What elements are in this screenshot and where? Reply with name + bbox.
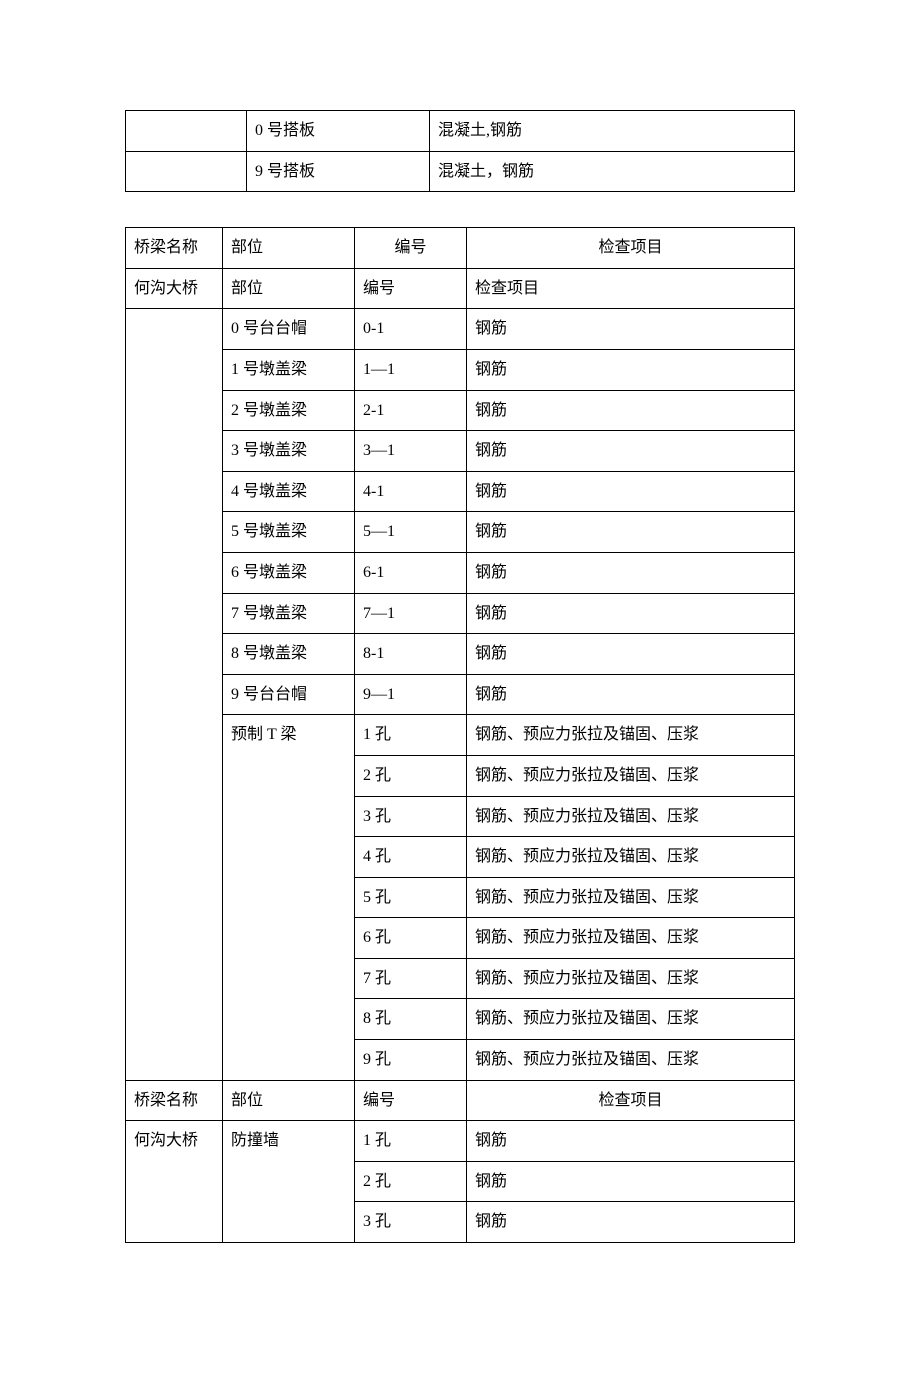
cell: 钢筋 [467, 1121, 795, 1162]
table-row: 何沟大桥 防撞墙 1 孔 钢筋 [126, 1121, 795, 1162]
cell: 3 号墩盖梁 [223, 431, 355, 472]
cell: 预制 T 梁 [223, 715, 355, 1080]
cell: 0 号台台帽 [223, 309, 355, 350]
table-row: 6 号墩盖梁 6-1 钢筋 [126, 552, 795, 593]
header-cell: 桥梁名称 [126, 228, 223, 269]
header-cell: 检查项目 [467, 1080, 795, 1121]
cell: 钢筋 [467, 349, 795, 390]
cell: 3—1 [355, 431, 467, 472]
cell: 何沟大桥 [126, 268, 223, 309]
cell: 9—1 [355, 674, 467, 715]
cell: 3 孔 [355, 796, 467, 837]
header-cell: 部位 [223, 228, 355, 269]
cell: 6-1 [355, 552, 467, 593]
cell: 钢筋、预应力张拉及锚固、压浆 [467, 755, 795, 796]
cell: 4 孔 [355, 837, 467, 878]
cell: 钢筋 [467, 1202, 795, 1243]
document-page: 0 号搭板 混凝土,钢筋 9 号搭板 混凝土，钢筋 桥梁名称 部位 编号 检查项… [0, 0, 920, 1378]
cell: 3 孔 [355, 1202, 467, 1243]
cell: 1 孔 [355, 1121, 467, 1162]
table-row: 8 号墩盖梁 8-1 钢筋 [126, 634, 795, 675]
cell: 8 孔 [355, 999, 467, 1040]
cell: 0-1 [355, 309, 467, 350]
cell: 2 孔 [355, 1161, 467, 1202]
cell: 4 号墩盖梁 [223, 471, 355, 512]
table-row: 9 号台台帽 9—1 钢筋 [126, 674, 795, 715]
cell: 1—1 [355, 349, 467, 390]
cell: 部位 [223, 268, 355, 309]
table-row: 0 号搭板 混凝土,钢筋 [126, 111, 795, 152]
cell: 钢筋 [467, 512, 795, 553]
header-cell: 编号 [355, 228, 467, 269]
cell: 6 号墩盖梁 [223, 552, 355, 593]
table-header-row: 桥梁名称 部位 编号 检查项目 [126, 228, 795, 269]
cell: 钢筋 [467, 309, 795, 350]
cell: 编号 [355, 268, 467, 309]
cell: 9 孔 [355, 1040, 467, 1081]
table-row: 0 号台台帽 0-1 钢筋 [126, 309, 795, 350]
cell: 混凝土,钢筋 [430, 111, 795, 152]
cell: 钢筋 [467, 593, 795, 634]
cell: 1 孔 [355, 715, 467, 756]
table-row: 3 号墩盖梁 3—1 钢筋 [126, 431, 795, 472]
cell: 5—1 [355, 512, 467, 553]
table-row: 预制 T 梁 1 孔 钢筋、预应力张拉及锚固、压浆 [126, 715, 795, 756]
cell [126, 151, 247, 192]
cell: 钢筋、预应力张拉及锚固、压浆 [467, 837, 795, 878]
table-row: 1 号墩盖梁 1—1 钢筋 [126, 349, 795, 390]
table-row: 9 号搭板 混凝土，钢筋 [126, 151, 795, 192]
header-cell: 桥梁名称 [126, 1080, 223, 1121]
table-row: 4 号墩盖梁 4-1 钢筋 [126, 471, 795, 512]
table-row: 7 号墩盖梁 7—1 钢筋 [126, 593, 795, 634]
cell: 钢筋 [467, 674, 795, 715]
cell: 2 号墩盖梁 [223, 390, 355, 431]
cell: 0 号搭板 [247, 111, 430, 152]
cell: 9 号台台帽 [223, 674, 355, 715]
cell: 钢筋、预应力张拉及锚固、压浆 [467, 1040, 795, 1081]
cell: 防撞墙 [223, 1121, 355, 1243]
cell: 钢筋 [467, 634, 795, 675]
table-1: 0 号搭板 混凝土,钢筋 9 号搭板 混凝土，钢筋 [125, 110, 795, 192]
cell [126, 309, 223, 1080]
cell: 9 号搭板 [247, 151, 430, 192]
cell: 钢筋 [467, 552, 795, 593]
cell: 1 号墩盖梁 [223, 349, 355, 390]
cell: 钢筋、预应力张拉及锚固、压浆 [467, 715, 795, 756]
table-header-row: 桥梁名称 部位 编号 检查项目 [126, 1080, 795, 1121]
cell: 4-1 [355, 471, 467, 512]
table-row: 2 号墩盖梁 2-1 钢筋 [126, 390, 795, 431]
cell: 钢筋、预应力张拉及锚固、压浆 [467, 877, 795, 918]
cell: 钢筋 [467, 1161, 795, 1202]
table-row: 何沟大桥 部位 编号 检查项目 [126, 268, 795, 309]
cell: 7 孔 [355, 958, 467, 999]
cell: 钢筋 [467, 471, 795, 512]
cell [126, 111, 247, 152]
cell: 何沟大桥 [126, 1121, 223, 1243]
cell: 2-1 [355, 390, 467, 431]
cell: 检查项目 [467, 268, 795, 309]
cell: 5 号墩盖梁 [223, 512, 355, 553]
header-cell: 检查项目 [467, 228, 795, 269]
cell: 8-1 [355, 634, 467, 675]
cell: 钢筋、预应力张拉及锚固、压浆 [467, 796, 795, 837]
cell: 钢筋、预应力张拉及锚固、压浆 [467, 999, 795, 1040]
cell: 7 号墩盖梁 [223, 593, 355, 634]
cell: 5 孔 [355, 877, 467, 918]
cell: 8 号墩盖梁 [223, 634, 355, 675]
table-row: 5 号墩盖梁 5—1 钢筋 [126, 512, 795, 553]
cell: 7—1 [355, 593, 467, 634]
cell: 钢筋 [467, 390, 795, 431]
cell: 钢筋 [467, 431, 795, 472]
cell: 钢筋、预应力张拉及锚固、压浆 [467, 918, 795, 959]
table-2: 桥梁名称 部位 编号 检查项目 何沟大桥 部位 编号 检查项目 0 号台台帽 0… [125, 227, 795, 1243]
header-cell: 编号 [355, 1080, 467, 1121]
header-cell: 部位 [223, 1080, 355, 1121]
cell: 6 孔 [355, 918, 467, 959]
cell: 2 孔 [355, 755, 467, 796]
cell: 钢筋、预应力张拉及锚固、压浆 [467, 958, 795, 999]
cell: 混凝土，钢筋 [430, 151, 795, 192]
